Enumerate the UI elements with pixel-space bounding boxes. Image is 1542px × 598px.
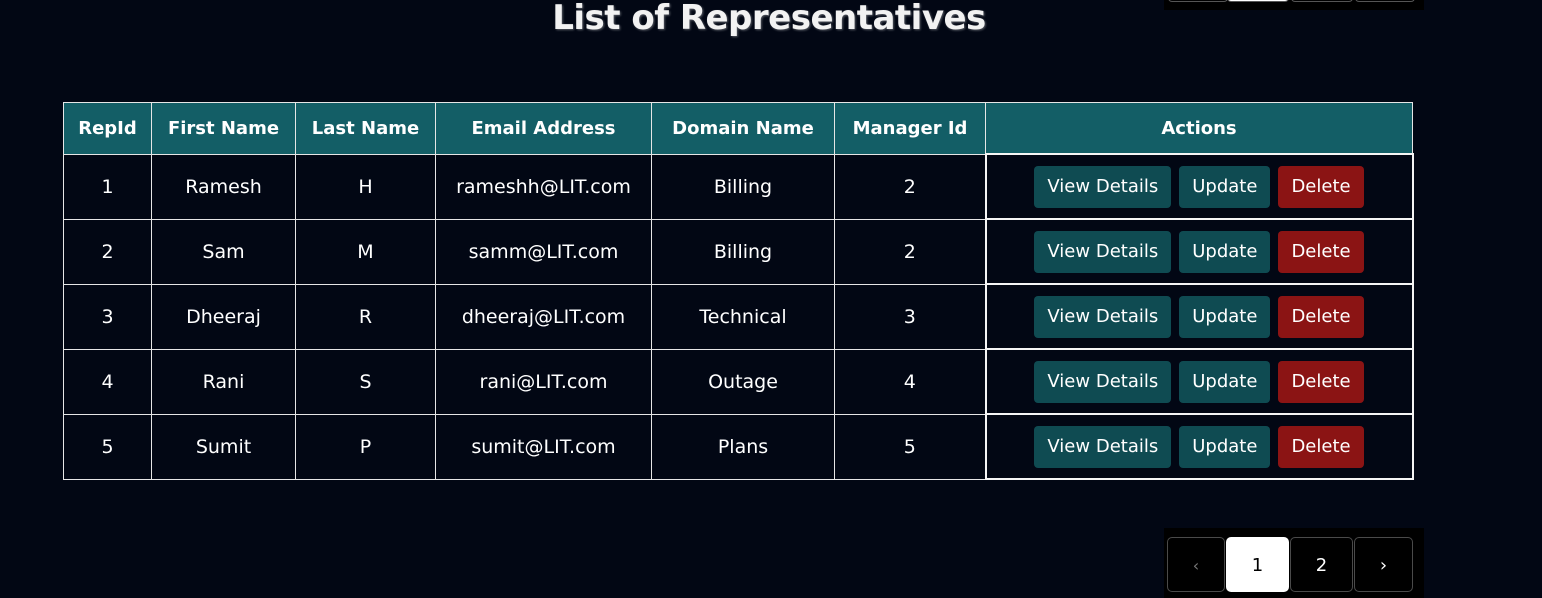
cell-email: rameshh@LIT.com	[435, 153, 652, 220]
cell-domain: Technical	[651, 283, 835, 350]
cell-actions: View Details Update Delete	[984, 348, 1414, 415]
delete-button[interactable]: Delete	[1278, 425, 1364, 468]
header-email-address: Email Address	[435, 102, 652, 155]
table-row: 1 Ramesh H rameshh@LIT.com Billing 2 Vie…	[63, 153, 1414, 220]
delete-button[interactable]: Delete	[1278, 295, 1364, 338]
cell-first-name: Dheeraj	[151, 283, 296, 350]
cell-email: dheeraj@LIT.com	[435, 283, 652, 350]
table-header-row: RepId First Name Last Name Email Address…	[63, 102, 1413, 155]
cell-first-name: Sumit	[151, 413, 296, 480]
cell-first-name: Rani	[151, 348, 296, 415]
table-row: 2 Sam M samm@LIT.com Billing 2 View Deta…	[63, 218, 1414, 285]
view-details-button[interactable]: View Details	[1034, 360, 1172, 403]
cell-email: rani@LIT.com	[435, 348, 652, 415]
cell-actions: View Details Update Delete	[984, 413, 1414, 480]
cell-actions: View Details Update Delete	[984, 218, 1414, 285]
cell-email: sumit@LIT.com	[435, 413, 652, 480]
cell-domain: Plans	[651, 413, 835, 480]
update-button[interactable]: Update	[1179, 165, 1271, 208]
cell-repid: 4	[63, 348, 152, 415]
table-row: 4 Rani S rani@LIT.com Outage 4 View Deta…	[63, 348, 1414, 415]
delete-button[interactable]: Delete	[1278, 230, 1364, 273]
cell-domain: Billing	[651, 218, 835, 285]
view-details-button[interactable]: View Details	[1034, 295, 1172, 338]
pagination: ‹ 1 2 ›	[1164, 528, 1424, 598]
header-first-name: First Name	[151, 102, 296, 155]
cell-last-name: M	[295, 218, 436, 285]
page-next-button[interactable]: ›	[1354, 537, 1413, 592]
header-actions: Actions	[985, 102, 1413, 155]
cell-email: samm@LIT.com	[435, 218, 652, 285]
cell-repid: 1	[63, 153, 152, 220]
view-details-button[interactable]: View Details	[1034, 230, 1172, 273]
cell-first-name: Sam	[151, 218, 296, 285]
header-manager-id: Manager Id	[834, 102, 986, 155]
cell-actions: View Details Update Delete	[984, 283, 1414, 350]
page-prev-button[interactable]: ‹	[1167, 537, 1225, 592]
representatives-table: RepId First Name Last Name Email Address…	[63, 102, 1414, 480]
cell-manager-id: 4	[834, 348, 986, 415]
header-last-name: Last Name	[295, 102, 436, 155]
cell-manager-id: 2	[834, 218, 986, 285]
cell-last-name: H	[295, 153, 436, 220]
cell-first-name: Ramesh	[151, 153, 296, 220]
cell-domain: Billing	[651, 153, 835, 220]
delete-button[interactable]: Delete	[1278, 165, 1364, 208]
view-details-button[interactable]: View Details	[1034, 425, 1172, 468]
cell-repid: 2	[63, 218, 152, 285]
cell-manager-id: 3	[834, 283, 986, 350]
header-domain-name: Domain Name	[651, 102, 835, 155]
table-row: 5 Sumit P sumit@LIT.com Plans 5 View Det…	[63, 413, 1414, 480]
table-row: 3 Dheeraj R dheeraj@LIT.com Technical 3 …	[63, 283, 1414, 350]
cell-last-name: R	[295, 283, 436, 350]
update-button[interactable]: Update	[1179, 230, 1271, 273]
update-button[interactable]: Update	[1179, 360, 1271, 403]
cell-repid: 3	[63, 283, 152, 350]
update-button[interactable]: Update	[1179, 295, 1271, 338]
page: List of Representatives RepId First Name…	[0, 0, 1542, 598]
page-2-button[interactable]: 2	[1290, 537, 1353, 592]
view-details-button[interactable]: View Details	[1034, 165, 1172, 208]
update-button[interactable]: Update	[1179, 425, 1271, 468]
cell-actions: View Details Update Delete	[984, 153, 1414, 220]
cell-repid: 5	[63, 413, 152, 480]
cell-manager-id: 5	[834, 413, 986, 480]
page-title: List of Representatives	[552, 0, 986, 38]
cell-domain: Outage	[651, 348, 835, 415]
cell-manager-id: 2	[834, 153, 986, 220]
header-repid: RepId	[63, 102, 152, 155]
page-1-button[interactable]: 1	[1226, 537, 1289, 592]
cell-last-name: S	[295, 348, 436, 415]
delete-button[interactable]: Delete	[1278, 360, 1364, 403]
cell-last-name: P	[295, 413, 436, 480]
